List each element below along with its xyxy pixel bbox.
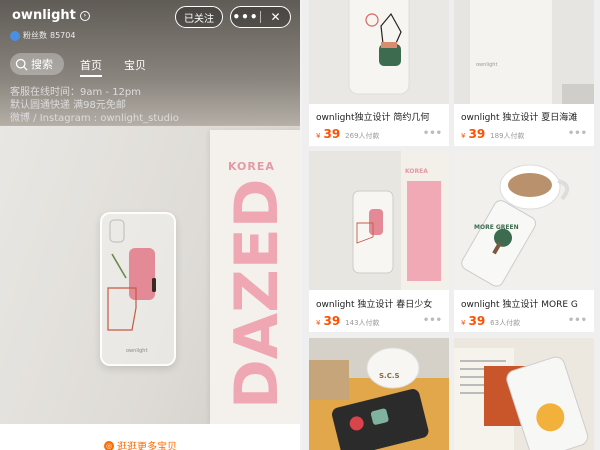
fans-count: 粉丝数 85704 (10, 30, 75, 41)
tab-home[interactable]: 首页 (80, 57, 102, 77)
fans-label: 粉丝数 (23, 31, 47, 40)
product-image (454, 338, 594, 450)
store-name-text: ownlight (12, 8, 76, 23)
close-icon[interactable]: ✕ (261, 10, 290, 24)
product-photo (309, 0, 449, 104)
product-photo: ownlight (454, 0, 594, 104)
fans-value: 85704 (50, 31, 76, 40)
chevron-right-icon: › (79, 10, 90, 21)
product-card[interactable]: MORE GREEN ownlight 独立设计 MORE G ¥ 39 63人… (454, 151, 594, 332)
more-options-icon[interactable]: ••• (568, 128, 587, 139)
svg-text:ownlight: ownlight (476, 62, 497, 68)
product-photo: KOREA (309, 151, 449, 290)
product-grid: ownlight独立设计 简约几何 ¥ 39 269人付款 ••• ownlig… (302, 0, 600, 450)
price-row: ¥ 39 269人付款 (316, 127, 380, 141)
sold-count: 189人付款 (490, 132, 525, 140)
product-image: S.C.S (309, 338, 449, 450)
currency-symbol: ¥ (461, 132, 466, 140)
product-price: 39 (323, 314, 341, 328)
magazine-title-text: DAZED (222, 178, 292, 410)
product-card[interactable]: KOREA ownlight 独立设计 春日少女 ¥ 39 143人付款 ••• (309, 151, 449, 332)
product-photo (454, 338, 594, 450)
phone-case-brand: ownlight (126, 348, 148, 354)
currency-symbol: ¥ (461, 319, 466, 327)
currency-symbol: ¥ (316, 319, 321, 327)
more-icon[interactable]: ••• (231, 10, 260, 24)
action-pill: ••• ✕ (230, 6, 291, 28)
more-items-link[interactable]: ◎ 逛逛更多宝贝 (104, 438, 177, 450)
currency-symbol: ¥ (316, 132, 321, 140)
product-photo: S.C.S (309, 338, 449, 450)
service-hours: 客服在线时间：9am - 12pm (10, 87, 142, 98)
more-items-label: 逛逛更多宝贝 (117, 442, 177, 450)
magazine-korea-text: KOREA (228, 160, 275, 173)
more-options-icon[interactable]: ••• (423, 315, 442, 326)
tab-items[interactable]: 宝贝 (124, 57, 146, 73)
product-photo: MORE GREEN (454, 151, 594, 290)
product-card[interactable]: ownlight ownlight 独立设计 夏日海滩 ¥ 39 189人付款 … (454, 0, 594, 146)
product-image-text: MORE GREEN (474, 224, 519, 231)
phone-case-art (107, 219, 156, 331)
svg-text:KOREA: KOREA (405, 168, 428, 175)
price-row: ¥ 39 143人付款 (316, 314, 380, 328)
product-price: 39 (468, 127, 486, 141)
product-image: KOREA (309, 151, 449, 290)
product-price: 39 (468, 314, 486, 328)
search-icon (15, 58, 28, 70)
more-options-icon[interactable]: ••• (568, 315, 587, 326)
product-title: ownlight独立设计 简约几何 (316, 113, 430, 123)
phone-case-image (100, 212, 176, 366)
product-title: ownlight 独立设计 春日少女 (316, 300, 433, 310)
product-title: ownlight 独立设计 夏日海滩 (461, 113, 578, 123)
product-image: MORE GREEN (454, 151, 594, 290)
product-price: 39 (323, 127, 341, 141)
search-button[interactable]: 搜索 (10, 53, 64, 75)
product-image-text: S.C.S (379, 372, 400, 380)
store-page: ownlight › 粉丝数 85704 已关注 ••• ✕ 搜索 首页 宝贝 客… (0, 0, 300, 450)
store-info: 客服在线时间：9am - 12pm 默认圆通快递 满98元免邮 微博 / Ins… (10, 86, 179, 125)
product-image: ownlight (454, 0, 594, 104)
hot-air-balloon-icon (10, 30, 20, 41)
product-title: ownlight 独立设计 MORE G (461, 300, 578, 310)
price-row: ¥ 39 63人付款 (461, 314, 520, 328)
product-card[interactable]: ownlight独立设计 简约几何 ¥ 39 269人付款 ••• (309, 0, 449, 146)
more-options-icon[interactable]: ••• (423, 128, 442, 139)
magazine-image: KOREA DAZED (210, 130, 300, 424)
more-items-icon: ◎ (104, 440, 114, 450)
price-row: ¥ 39 189人付款 (461, 127, 525, 141)
shipping-info: 默认圆通快递 满98元免邮 (10, 100, 126, 111)
sold-count: 143人付款 (345, 319, 380, 327)
store-name[interactable]: ownlight › (12, 8, 90, 23)
hero-banner[interactable]: KOREA DAZED ownlight (0, 126, 300, 424)
product-image (309, 0, 449, 104)
follow-button[interactable]: 已关注 (175, 6, 223, 28)
search-label: 搜索 (31, 58, 53, 71)
more-items-bar[interactable]: ◎ 逛逛更多宝贝 (0, 424, 300, 450)
product-card[interactable]: S.C.S (309, 338, 449, 450)
product-card[interactable] (454, 338, 594, 450)
sold-count: 269人付款 (345, 132, 380, 140)
sold-count: 63人付款 (490, 319, 521, 327)
social-info: 微博 / Instagram : ownlight_studio (10, 113, 179, 124)
